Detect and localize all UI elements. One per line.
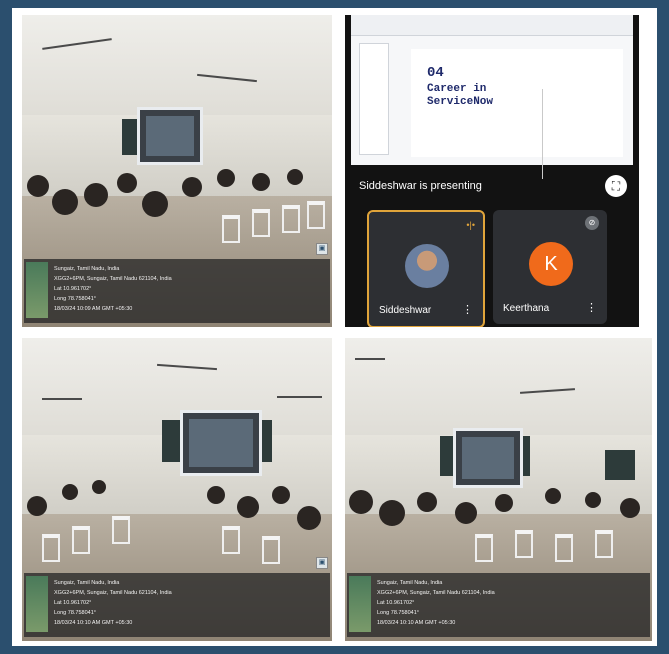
participant-name: Siddeshwar	[379, 305, 432, 316]
geotag-latitude: Lat 10.961702°	[54, 286, 92, 292]
geotag-address: XGG2+6PM, Sungaiz, Tamil Nadu 621104, In…	[377, 590, 495, 596]
mic-off-icon: ⊘	[585, 216, 599, 230]
geotag-latitude: Lat 10.961702°	[377, 600, 415, 606]
geotag-address: XGG2+6PM, Sungaiz, Tamil Nadu 621104, In…	[54, 590, 172, 596]
slide-thumbnail-panel	[359, 43, 389, 155]
more-options-icon[interactable]: ⋮	[462, 303, 473, 316]
participant-name: Keerthana	[503, 303, 550, 314]
geotag-timestamp: 18/03/24 10:10 AM GMT +05:30	[377, 620, 456, 626]
speaking-indicator-icon: •|•	[466, 220, 475, 230]
slide-title: Career in ServiceNow	[427, 83, 494, 108]
geotag-badge-icon: ▣	[316, 243, 328, 255]
fullscreen-icon[interactable]: ⛶	[605, 175, 627, 197]
projector-screen	[180, 410, 262, 476]
geotag-longitude: Long 78.758041°	[377, 610, 419, 616]
projector-screen	[137, 107, 203, 165]
geotag-longitude: Long 78.758041°	[54, 610, 96, 616]
photo-collage: ▣ Sungaiz, Tamil Nadu, India XGG2+6PM, S…	[12, 8, 657, 646]
presenting-status: Siddeshwar is presenting	[359, 180, 482, 192]
classroom-photo-1: ▣ Sungaiz, Tamil Nadu, India XGG2+6PM, S…	[22, 15, 332, 327]
geotag-overlay: Sungaiz, Tamil Nadu, India XGG2+6PM, Sun…	[24, 259, 330, 323]
geotag-location: Sungaiz, Tamil Nadu, India	[54, 266, 120, 272]
geotag-longitude: Long 78.758041°	[54, 296, 96, 302]
participant-tile-keerthana[interactable]: ⊘ K Keerthana ⋮	[493, 210, 607, 324]
classroom-photo-2: ▣ Sungaiz, Tamil Nadu, India XGG2+6PM, S…	[22, 338, 332, 641]
geotag-location: Sungaiz, Tamil Nadu, India	[54, 580, 120, 586]
more-options-icon[interactable]: ⋮	[586, 301, 597, 314]
slide-number: 04	[427, 65, 444, 81]
avatar	[405, 244, 449, 288]
geotag-location: Sungaiz, Tamil Nadu, India	[377, 580, 443, 586]
geotag-address: XGG2+6PM, Sungaiz, Tamil Nadu 621104, In…	[54, 276, 172, 282]
map-thumbnail	[349, 576, 371, 632]
projector-screen	[453, 428, 523, 488]
participant-tile-siddeshwar[interactable]: •|• Siddeshwar ⋮	[367, 210, 485, 327]
meet-screenshot: 04 Career in ServiceNow Siddeshwar is pr…	[345, 15, 639, 327]
map-thumbnail	[26, 262, 48, 318]
geotag-timestamp: 18/03/24 10:10 AM GMT +05:30	[54, 620, 133, 626]
geotag-timestamp: 18/03/24 10:09 AM GMT +05:30	[54, 306, 133, 312]
geotag-overlay: Sungaiz, Tamil Nadu, India XGG2+6PM, Sun…	[347, 573, 650, 637]
geotag-latitude: Lat 10.961702°	[54, 600, 92, 606]
geotag-overlay: Sungaiz, Tamil Nadu, India XGG2+6PM, Sun…	[24, 573, 330, 637]
slide-app-toolbar	[351, 15, 633, 36]
shared-slide: 04 Career in ServiceNow	[351, 15, 633, 179]
geotag-badge-icon: ▣	[316, 557, 328, 569]
avatar: K	[529, 242, 573, 286]
classroom-photo-3: Sungaiz, Tamil Nadu, India XGG2+6PM, Sun…	[345, 338, 652, 641]
map-thumbnail	[26, 576, 48, 632]
